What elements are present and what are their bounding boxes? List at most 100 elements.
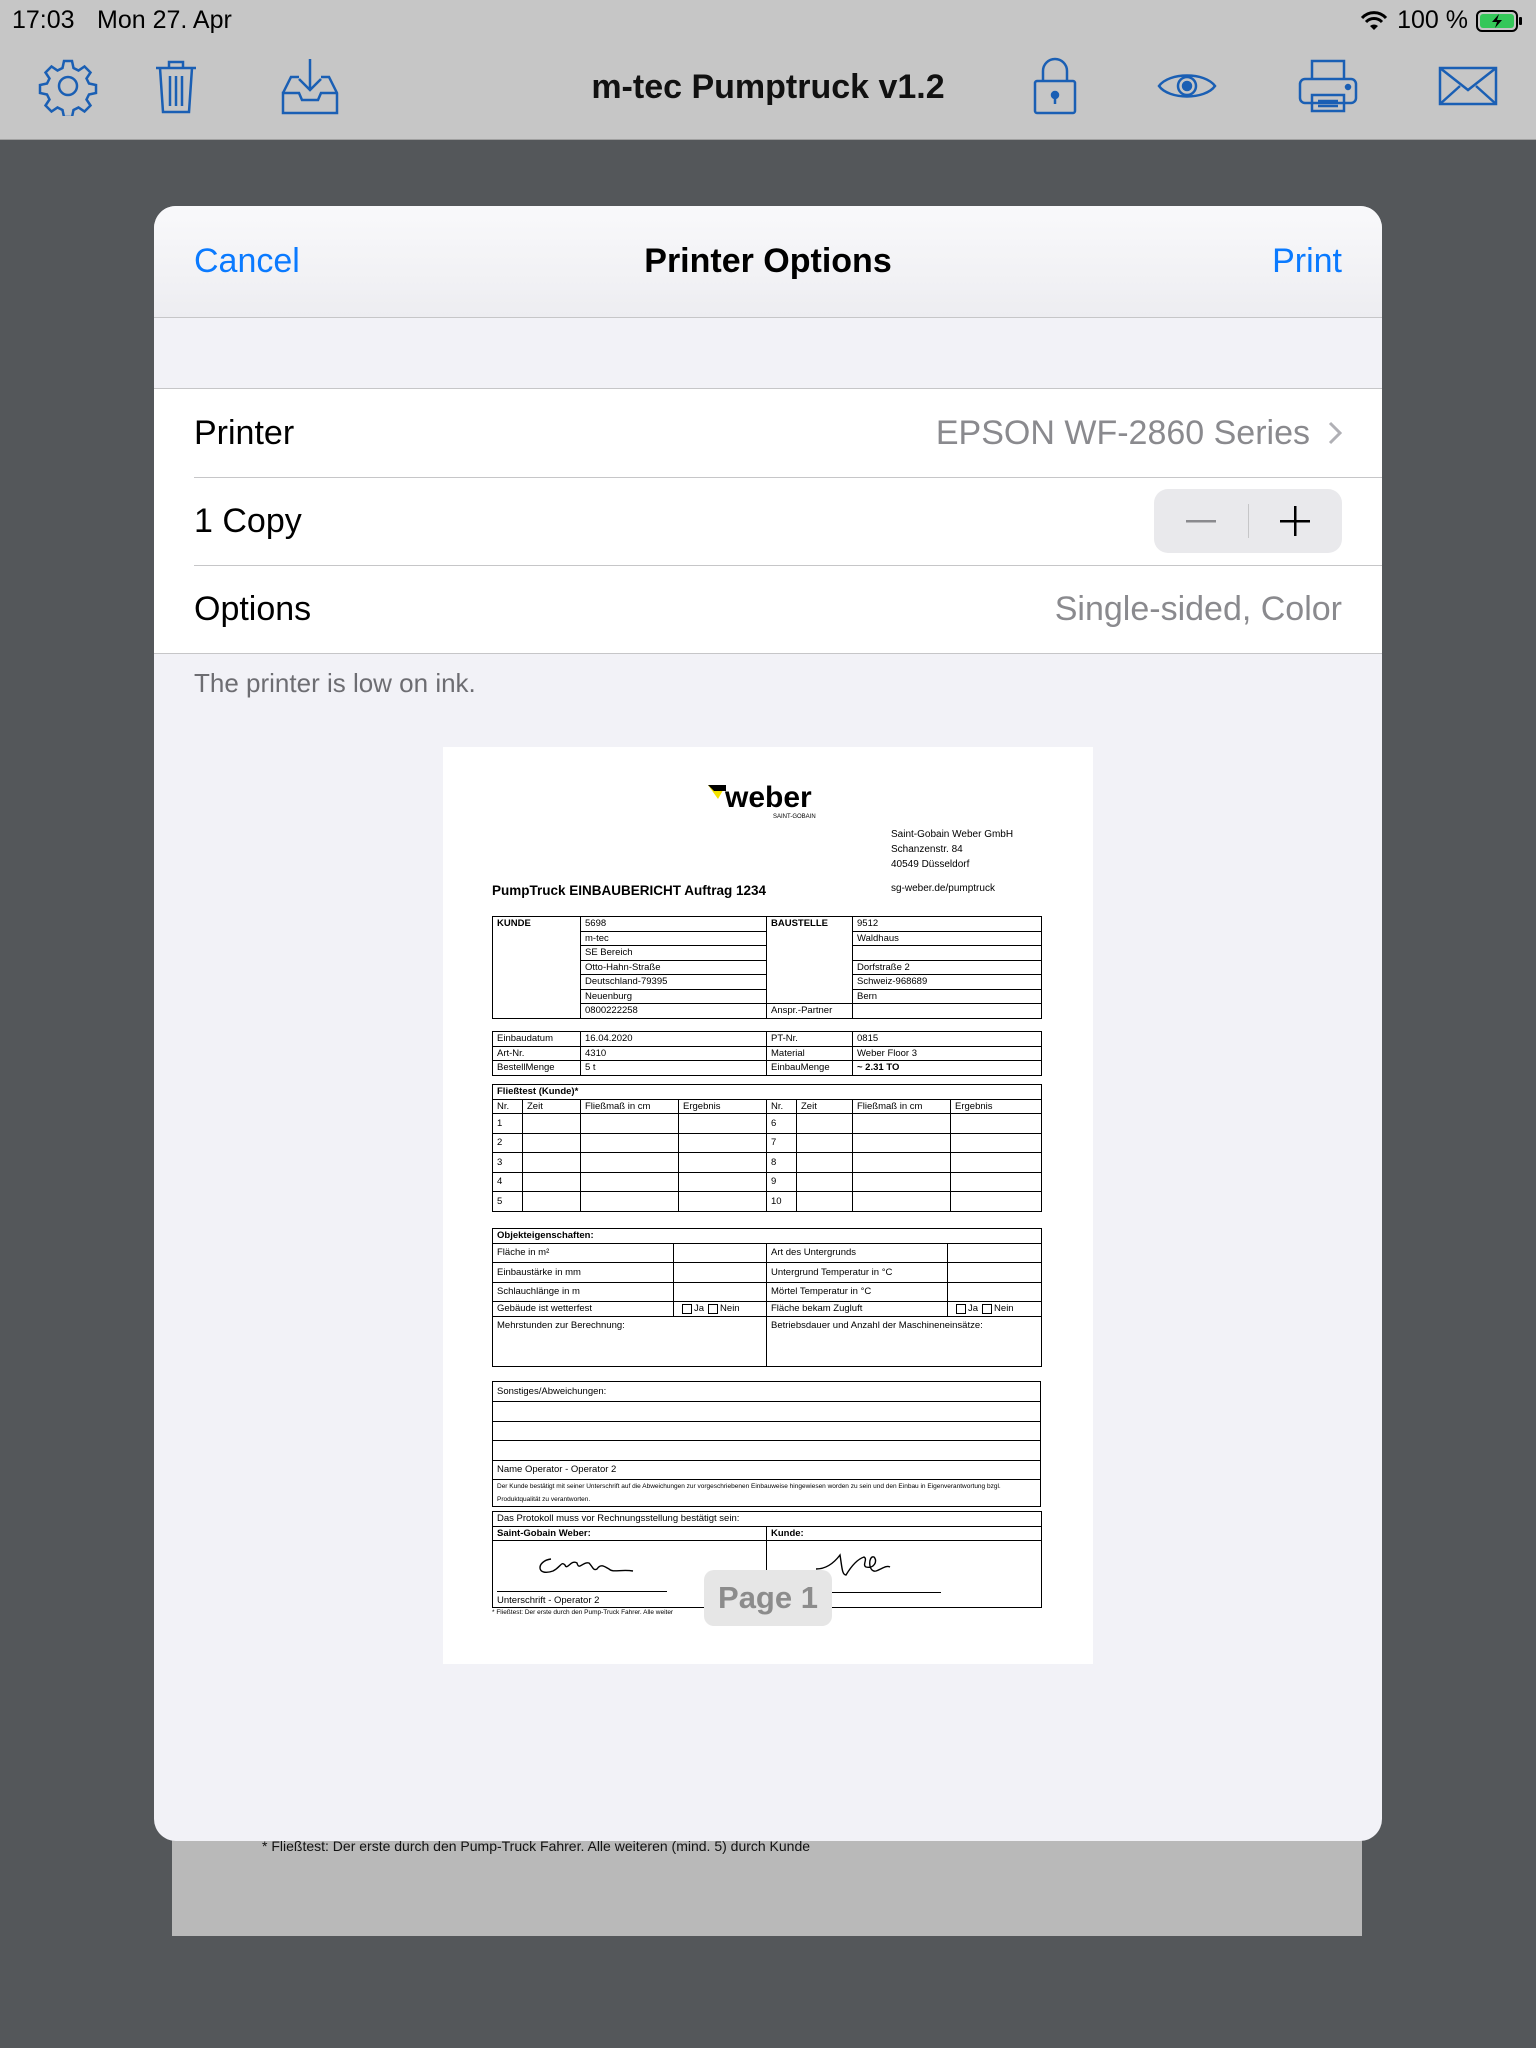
printer-label: Printer bbox=[194, 413, 295, 452]
ja-label: Ja bbox=[968, 1303, 979, 1315]
ink-warning: The printer is low on ink. bbox=[194, 668, 476, 698]
checkbox-nein bbox=[708, 1303, 719, 1314]
info-label: PT-Nr. bbox=[766, 1031, 853, 1047]
chevron-right-icon bbox=[1328, 421, 1342, 445]
property-label: Art des Untergrunds bbox=[766, 1242, 948, 1263]
property-label: Fläche in m² bbox=[492, 1242, 674, 1263]
checkbox-ja bbox=[956, 1303, 966, 1314]
info-label: Einbaudatum bbox=[492, 1031, 581, 1047]
checkbox-ja bbox=[682, 1303, 692, 1314]
printer-icon[interactable] bbox=[1296, 54, 1360, 118]
kunde-field: 0800222258 bbox=[580, 1003, 767, 1019]
property-label: Gebäude ist wetterfest bbox=[492, 1301, 674, 1317]
status-right: 100 % bbox=[1359, 6, 1524, 35]
info-value: ~ 2.31 TO bbox=[852, 1060, 1042, 1076]
weber-logo: weber SAINT-GOBAIN bbox=[705, 781, 835, 821]
mehrstunden-label: Mehrstunden zur Berechnung: bbox=[492, 1315, 767, 1367]
address-line: 40549 Düsseldorf bbox=[891, 859, 970, 870]
row-number: 8 bbox=[766, 1152, 797, 1173]
copies-stepper bbox=[1154, 489, 1342, 553]
company-address: Saint-Gobain Weber GmbH Schanzenstr. 84 … bbox=[891, 827, 1013, 872]
column-header: Nr. bbox=[492, 1098, 523, 1114]
page-badge: Page 1 bbox=[704, 1570, 832, 1626]
print-button[interactable]: Print bbox=[1272, 242, 1342, 281]
weber-signature-label: Saint-Gobain Weber: bbox=[492, 1525, 767, 1541]
property-label: Mörtel Temperatur in °C bbox=[766, 1281, 948, 1302]
info-label: Material bbox=[766, 1045, 853, 1061]
info-label: BestellMenge bbox=[492, 1060, 581, 1076]
row-number: 7 bbox=[766, 1132, 797, 1153]
weber-signature bbox=[539, 1558, 634, 1573]
column-header: Fließmaß in cm bbox=[852, 1098, 951, 1114]
baustelle-field: Bern bbox=[852, 988, 1042, 1004]
checkbox-nein bbox=[982, 1303, 993, 1314]
order-info-table: Einbaudatum 16.04.2020 PT-Nr. 0815 Art-Nr. 4… bbox=[492, 1031, 1042, 1076]
increment-button[interactable] bbox=[1249, 489, 1343, 553]
sheet-header: Cancel Printer Options Print bbox=[154, 206, 1382, 318]
report-title: PumpTruck EINBAUBERICHT Auftrag 1234 bbox=[492, 883, 767, 898]
property-label: Schlauchlänge in m bbox=[492, 1281, 674, 1302]
kunde-field: Neuenburg bbox=[580, 988, 767, 1004]
app-toolbar: m-tec Pumptruck v1.2 bbox=[0, 40, 1536, 140]
baustelle-field: 9512 bbox=[852, 916, 1042, 932]
decrement-button[interactable] bbox=[1154, 489, 1248, 553]
customer-site-table: KUNDE 5698 BAUSTELLE 9512 m-tec Waldhaus SE … bbox=[492, 916, 1042, 1019]
wetterfest-choice: Ja Nein bbox=[673, 1301, 767, 1317]
kunde-field: Otto-Hahn-Straße bbox=[580, 959, 767, 975]
kunde-field: 5698 bbox=[580, 916, 767, 932]
report-website: sg-weber.de/pumptruck bbox=[891, 883, 995, 894]
column-header: Zeit bbox=[796, 1098, 853, 1114]
address-line: Schanzenstr. 84 bbox=[891, 844, 963, 855]
ansprech-value bbox=[852, 1003, 1042, 1019]
kunde-field: m-tec bbox=[580, 930, 767, 946]
nein-label: Nein bbox=[720, 1303, 740, 1315]
info-value: 0815 bbox=[852, 1031, 1042, 1047]
info-value: 4310 bbox=[580, 1045, 767, 1061]
row-number: 5 bbox=[492, 1191, 523, 1212]
object-properties-table: Objekteigenschaften: Fläche in m² Art des… bbox=[491, 1228, 1043, 1367]
property-label: Einbaustärke in mm bbox=[492, 1262, 674, 1283]
object-properties-title: Objekteigenschaften: bbox=[491, 1228, 1043, 1244]
document-footnote: * Fließtest: Der erste durch den Pump-Tr… bbox=[492, 1609, 674, 1616]
kunde-field: SE Bereich bbox=[580, 945, 767, 961]
kunde-field: Deutschland-79395 bbox=[580, 974, 767, 990]
row-number: 6 bbox=[766, 1113, 797, 1134]
lock-icon[interactable] bbox=[1023, 54, 1087, 118]
ansprech-label: Anspr.-Partner bbox=[766, 1003, 853, 1019]
printer-value: EPSON WF-2860 Series bbox=[935, 413, 1310, 452]
nein-label: Nein bbox=[994, 1303, 1014, 1315]
copies-label: 1 Copy bbox=[194, 501, 302, 540]
baustelle-field: Dorfstraße 2 bbox=[852, 959, 1042, 975]
row-number: 3 bbox=[492, 1152, 523, 1173]
info-value: 5 t bbox=[580, 1060, 767, 1076]
sheet-title: Printer Options bbox=[644, 242, 892, 280]
mail-icon[interactable] bbox=[1436, 54, 1500, 118]
betriebsdauer-label: Betriebsdauer und Anzahl der Maschinenei… bbox=[765, 1315, 1043, 1367]
gear-icon[interactable] bbox=[36, 54, 100, 118]
address-line: Saint-Gobain Weber GmbH bbox=[891, 829, 1014, 840]
column-header: Ergebnis bbox=[678, 1098, 767, 1114]
printer-row[interactable]: Printer EPSON WF-2860 Series bbox=[154, 389, 1382, 477]
logo-subtext: SAINT-GOBAIN bbox=[773, 814, 816, 820]
column-header: Fließmaß in cm bbox=[580, 1098, 679, 1114]
background-document: * Fließtest: Der erste durch den Pump-Tr… bbox=[172, 1830, 1362, 1936]
options-list: Printer EPSON WF-2860 Series 1 Copy Opti… bbox=[154, 388, 1382, 654]
battery-percent: 100 % bbox=[1397, 6, 1468, 34]
zugluft-choice: Ja Nein bbox=[946, 1301, 1043, 1317]
print-preview-page[interactable]: weber SAINT-GOBAIN Saint-Gobain Weber Gm… bbox=[443, 747, 1093, 1664]
copies-row: 1 Copy bbox=[154, 477, 1382, 565]
printer-options-sheet: Cancel Printer Options Print Printer EPS… bbox=[154, 206, 1382, 1841]
baustelle-field: Waldhaus bbox=[852, 930, 1042, 946]
property-label: Fläche bekam Zugluft bbox=[766, 1301, 948, 1317]
download-tray-icon[interactable] bbox=[278, 54, 342, 118]
plus-icon bbox=[1280, 506, 1311, 536]
row-number: 4 bbox=[492, 1171, 523, 1192]
status-date: Mon 27. Apr bbox=[97, 6, 232, 34]
options-row[interactable]: Options Single-sided, Color bbox=[154, 565, 1382, 653]
trash-icon[interactable] bbox=[144, 54, 208, 118]
options-value: Single-sided, Color bbox=[1054, 589, 1342, 628]
options-label: Options bbox=[194, 589, 312, 628]
status-time: 17:03 bbox=[12, 6, 75, 34]
eye-icon[interactable] bbox=[1155, 54, 1219, 118]
status-bar: 17:03 Mon 27. Apr 100 % bbox=[0, 0, 1536, 40]
